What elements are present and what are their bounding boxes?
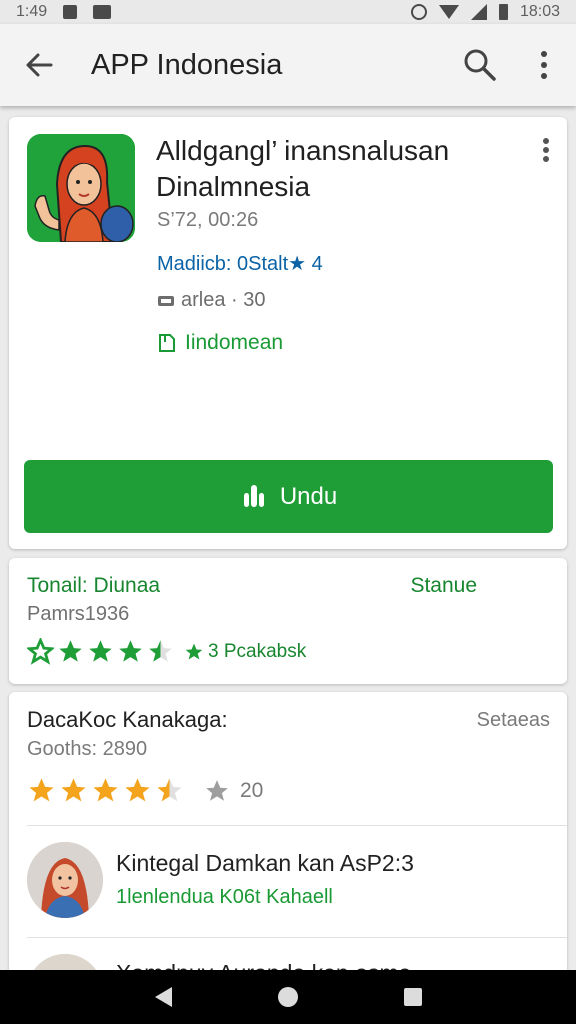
search-button[interactable]: [448, 24, 512, 106]
system-nav-bar: [0, 970, 576, 1024]
more-vert-icon: [541, 51, 547, 79]
notification-icon: [63, 5, 78, 19]
rating-title: Tonail: Diunaa: [27, 574, 161, 597]
app-icon[interactable]: [27, 134, 135, 242]
star-icon: [27, 638, 54, 665]
nav-home-icon: [277, 987, 298, 1007]
app-developer-link[interactable]: Madiicb: 0Stalt★ 4: [157, 251, 323, 276]
category-label: arlea · 30: [181, 289, 266, 311]
app-toolbar: APP Indonesia: [0, 24, 576, 106]
reviewer-avatar-image: [27, 842, 103, 918]
language-label: Iindomean: [185, 331, 284, 354]
star-icon: [61, 778, 86, 802]
rating-card: Tonail: Diunaa Stanue Pamrs1936 3 Pcakab…: [9, 558, 567, 684]
download-icon: [243, 484, 264, 507]
app-category: arlea · 30: [157, 289, 266, 312]
star-icon: [185, 643, 203, 659]
star-icon: [119, 640, 142, 662]
app-size: S’72, 00:26: [157, 209, 259, 231]
star-icon: [93, 778, 118, 802]
bookmark-icon: [159, 334, 175, 352]
page-title: APP Indonesia: [91, 48, 283, 81]
photo-icon: [93, 5, 112, 19]
divider: [27, 825, 567, 826]
back-button[interactable]: [0, 24, 78, 106]
star-icon: [59, 640, 82, 662]
wifi-icon: [438, 5, 459, 19]
reviews-count: 20: [204, 778, 263, 804]
rating-status-link[interactable]: Stanue: [410, 574, 477, 598]
star-icon: [157, 778, 182, 802]
nav-home-button[interactable]: [258, 970, 318, 1024]
reviewer-name: Kintegal Damkan kan AsP2:3: [116, 850, 414, 876]
status-time-left: 1:49: [16, 3, 48, 20]
overflow-menu-button[interactable]: [512, 24, 576, 106]
signal-icon: [470, 4, 487, 20]
app-language: Iindomean: [157, 331, 283, 355]
reviews-see-all-link[interactable]: Setaeas: [477, 709, 550, 732]
rating-count-label: 3 Pcakabsk: [208, 640, 307, 662]
avatar: [27, 842, 103, 918]
nav-recents-button[interactable]: [383, 970, 443, 1024]
reviews-stars: 20: [27, 776, 263, 805]
reviews-subtitle: Gooths: 2890: [27, 738, 148, 760]
app-avatar-illustration: [27, 134, 135, 242]
nav-back-button[interactable]: [133, 970, 193, 1024]
alarm-icon: [410, 4, 427, 20]
app-name: Alldgangl’ inansnalusan Dinalmnesia: [156, 135, 450, 202]
reviews-count-label: 20: [240, 778, 264, 802]
arrow-back-icon: [26, 53, 53, 77]
more-vert-icon: [543, 138, 549, 162]
search-icon: [464, 49, 496, 81]
nav-back-icon: [154, 987, 172, 1007]
rating-subtitle: Pamrs1936: [27, 603, 130, 625]
install-label: Undu: [279, 482, 338, 510]
status-bar: 1:49 18:03: [0, 0, 576, 24]
star-icon: [206, 779, 228, 801]
rating-stars: 3 Pcakabsk: [27, 638, 306, 665]
nav-recents-icon: [404, 988, 423, 1006]
reviews-title: DacaKoc Kanakaga:: [27, 707, 228, 732]
app-more-button[interactable]: [539, 137, 553, 167]
reviews-card: DacaKoc Kanakaga: Setaeas Gooths: 2890 2…: [9, 692, 567, 992]
category-icon: [158, 295, 174, 306]
reviewer-meta: 1lenlendua K06t Kahaell: [116, 886, 333, 908]
star-icon: [125, 778, 150, 802]
star-icon: [29, 778, 54, 802]
battery-icon: [498, 4, 508, 20]
app-card: Alldgangl’ inansnalusan Dinalmnesia S’72…: [9, 117, 567, 549]
install-button[interactable]: Undu: [24, 460, 553, 533]
status-time-right: 18:03: [519, 3, 560, 20]
star-icon: [89, 640, 112, 662]
rating-count: 3 Pcakabsk: [184, 641, 306, 663]
star-icon: [149, 640, 172, 662]
divider: [27, 937, 567, 938]
